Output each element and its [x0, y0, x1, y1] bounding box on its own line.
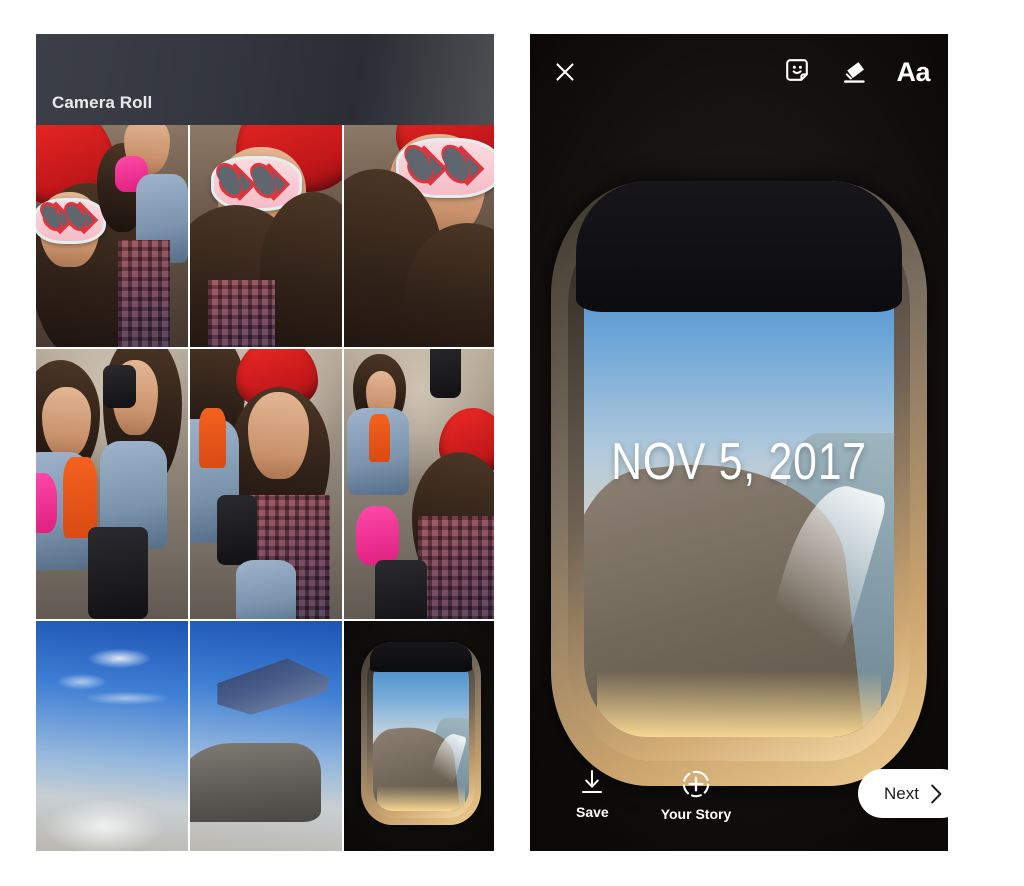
story-editor-bottom-bar: Save Your Story Next — [530, 755, 966, 851]
your-story-button[interactable]: Your Story — [660, 769, 732, 822]
photo-thumbnail[interactable]: Friend in denim jacket walking through a… — [344, 349, 494, 619]
download-icon — [582, 770, 603, 793]
story-photo-canvas[interactable]: NOV 5, 2017 — [530, 34, 948, 851]
camera-roll-title: Camera Roll — [52, 93, 153, 112]
photo-art — [344, 621, 494, 851]
photo-grid: Selfie with red beanie and pink heart su… — [36, 125, 494, 851]
close-icon — [556, 63, 574, 81]
sticker-button[interactable] — [784, 57, 814, 87]
close-button[interactable] — [548, 55, 582, 89]
story-editor-toolbar: Aa — [530, 34, 948, 110]
draw-button[interactable] — [840, 57, 870, 87]
story-editor-panel: NOV 5, 2017 Aa Save Your Story Next — [530, 34, 966, 851]
camera-roll-header: Camera Roll — [36, 34, 494, 125]
photo-art — [36, 621, 188, 851]
sticker-icon — [786, 59, 809, 81]
photo-thumbnail[interactable]: Friend in red beanie laughing with plaid… — [190, 349, 342, 619]
photo-art — [36, 349, 188, 619]
save-label: Save — [576, 804, 609, 820]
photo-art — [190, 125, 342, 347]
photo-thumbnail[interactable]: Selfie with red beanie and pink heart su… — [36, 125, 188, 347]
toolbar-actions: Aa — [784, 57, 930, 87]
photo-thumbnail[interactable]: Tilted selfie with large heart sunglasse… — [344, 125, 494, 347]
pen-icon — [844, 62, 866, 83]
photo-art — [344, 349, 494, 619]
photo-art — [190, 621, 342, 851]
save-button[interactable]: Save — [576, 769, 609, 820]
photo-thumbnail-selected[interactable]: Airplane window overlooking coastline — [344, 621, 494, 851]
photo-thumbnail[interactable]: Two friends laughing at airport with lug… — [36, 349, 188, 619]
camera-roll-panel: Camera Roll Selfie with red beanie and p… — [36, 34, 494, 851]
date-sticker[interactable]: NOV 5, 2017 — [568, 432, 911, 492]
your-story-label: Your Story — [660, 806, 732, 822]
photo-art — [344, 125, 494, 347]
photo-thumbnail[interactable]: Airplane wing above coastline and sea — [190, 621, 342, 851]
text-tool-button[interactable]: Aa — [896, 58, 930, 86]
next-button-label: Next — [884, 783, 919, 803]
photo-thumbnail[interactable]: Close-up selfie with heart sunglasses an… — [190, 125, 342, 347]
photo-thumbnail[interactable]: Blue sky with wispy clouds seen from air… — [36, 621, 188, 851]
add-to-story-icon — [682, 770, 710, 798]
chevron-right-icon — [931, 784, 942, 803]
photo-art — [190, 349, 342, 619]
panel-right-mask — [948, 0, 1024, 886]
photo-art — [36, 125, 188, 347]
